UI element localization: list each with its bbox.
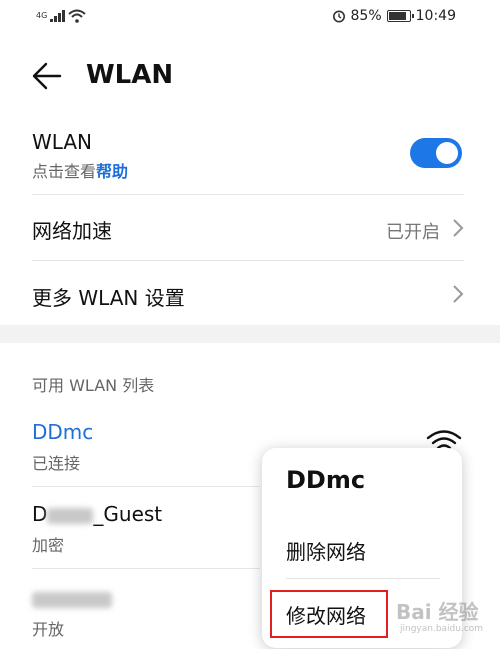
wlan-toggle-switch[interactable] xyxy=(410,138,462,168)
help-prefix: 点击查看 xyxy=(32,162,97,181)
help-link[interactable]: 帮助 xyxy=(96,162,128,181)
network-name-suffix: _Guest xyxy=(93,502,163,526)
status-right: 85% 10:49 xyxy=(332,8,456,24)
signal-icon xyxy=(50,10,66,22)
redacted-text xyxy=(47,507,94,524)
chevron-right-icon xyxy=(453,219,464,237)
watermark: Bai 经验 xyxy=(396,600,479,624)
network-type: 4G xyxy=(36,11,48,20)
divider xyxy=(32,486,260,487)
context-menu-title: DDmc xyxy=(286,466,366,494)
back-arrow-icon[interactable] xyxy=(32,62,62,90)
status-left: 4G xyxy=(36,9,86,23)
popup-divider xyxy=(286,578,440,579)
network-acceleration-value: 已开启 xyxy=(386,222,440,243)
section-gap xyxy=(0,325,500,343)
network-name: DDmc xyxy=(32,420,94,444)
battery-fill xyxy=(388,12,406,20)
available-wlan-title: 可用 WLAN 列表 xyxy=(32,376,155,395)
alarm-icon xyxy=(332,10,345,23)
battery-percent: 85% xyxy=(350,8,382,24)
divider xyxy=(32,194,464,195)
battery-icon xyxy=(386,10,414,22)
status-time: 10:49 xyxy=(415,8,456,24)
divider xyxy=(32,260,464,261)
status-bar: 4G 85% 10:49 xyxy=(0,0,500,36)
wlan-help-text: 点击查看帮助 xyxy=(32,158,464,182)
more-wlan-settings-row[interactable]: 更多 WLAN 设置 xyxy=(32,282,464,311)
highlight-annotation xyxy=(270,590,388,638)
redacted-text xyxy=(32,591,112,608)
chevron-right-icon xyxy=(453,285,464,303)
page-title: WLAN xyxy=(86,60,174,90)
delete-network-option[interactable]: 删除网络 xyxy=(286,536,366,565)
more-wlan-settings-label: 更多 WLAN 设置 xyxy=(32,286,185,310)
toggle-knob xyxy=(436,142,458,164)
header: WLAN xyxy=(0,50,500,102)
wifi-status-icon xyxy=(68,9,86,23)
divider xyxy=(32,568,260,569)
wlan-toggle-row[interactable]: WLAN 点击查看帮助 xyxy=(32,130,464,182)
watermark-sub: jingyan.baidu.com xyxy=(400,624,484,634)
wlan-toggle-label: WLAN xyxy=(32,130,93,154)
